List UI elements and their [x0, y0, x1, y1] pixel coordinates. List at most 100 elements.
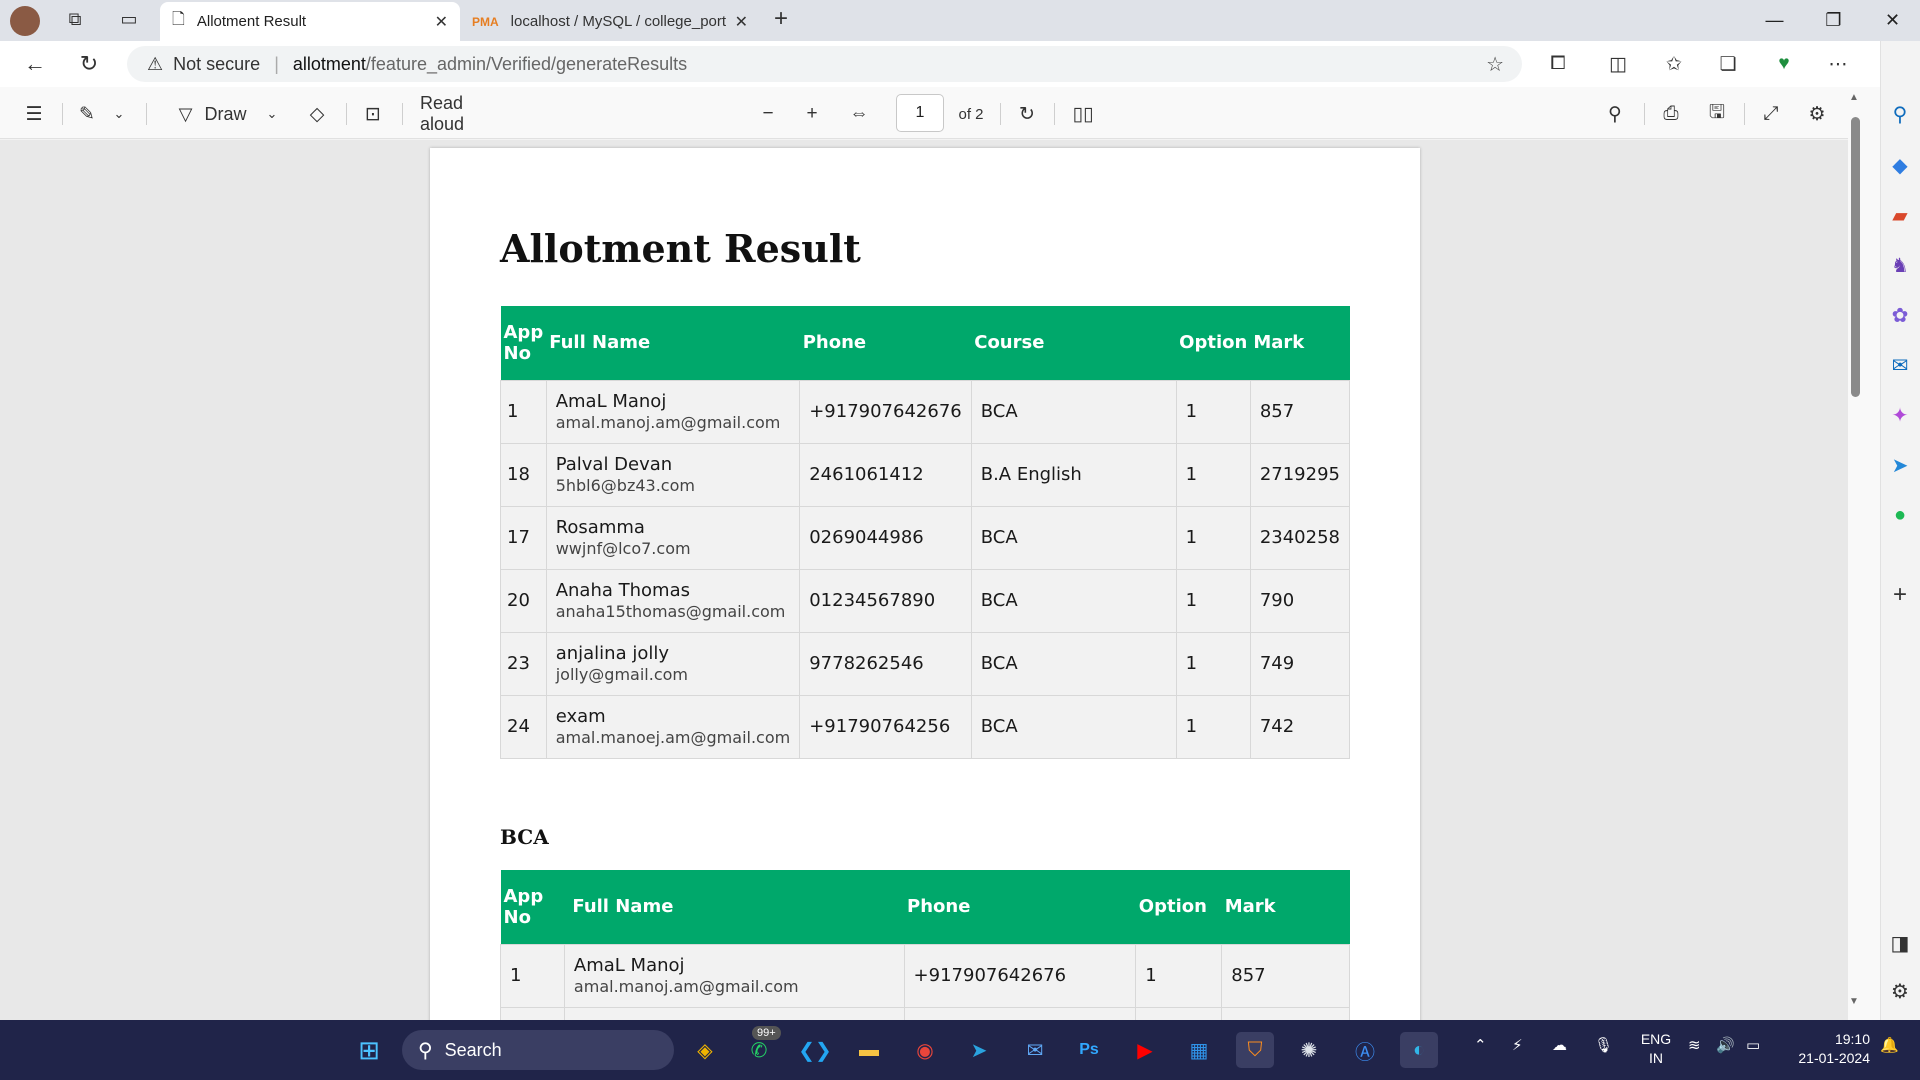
language-indicator[interactable]: ENG IN — [1636, 1030, 1676, 1068]
app-icon[interactable]: Ⓐ — [1346, 1032, 1384, 1068]
photoshop-icon[interactable]: Ps — [1070, 1032, 1108, 1068]
scroll-up-arrow[interactable]: ▲ — [1849, 92, 1861, 103]
extensions-icon[interactable]: ⧠ — [1544, 51, 1572, 77]
tools-icon[interactable]: ▰ — [1880, 198, 1920, 232]
send-icon[interactable]: ➤ — [1880, 448, 1920, 482]
cell-course: BCA — [970, 694, 1177, 759]
vscode-icon[interactable]: ❮❯ — [796, 1032, 834, 1068]
email-text: jolly@gmail.com — [555, 664, 688, 684]
designer-icon[interactable]: ✦ — [1880, 398, 1920, 432]
games-icon[interactable]: ♞ — [1880, 248, 1920, 282]
name-text: anjalina jolly — [555, 642, 670, 664]
notifications-icon[interactable]: 🔔 — [1880, 1036, 1899, 1054]
security-label[interactable]: Not secure — [173, 54, 260, 75]
chatgpt-icon[interactable]: ✺ — [1290, 1032, 1328, 1068]
scroll-down-arrow[interactable]: ▼ — [1849, 996, 1861, 1007]
split-screen-icon[interactable]: ◫ — [1604, 51, 1632, 77]
telegram-icon[interactable]: ➤ — [960, 1032, 998, 1068]
microsoft-365-icon[interactable]: ✿ — [1880, 298, 1920, 332]
chrome-icon[interactable]: ◉ — [906, 1032, 944, 1068]
minimize-button[interactable]: — — [1747, 0, 1802, 40]
brave-icon[interactable]: ⛉ — [1236, 1032, 1274, 1068]
close-tab-icon[interactable]: ✕ — [735, 12, 748, 32]
spotify-icon[interactable]: ● — [1880, 498, 1920, 532]
scrollbar-thumb[interactable] — [1851, 117, 1860, 397]
settings-icon[interactable]: ⚙ — [1804, 100, 1830, 128]
header-course: Course — [971, 306, 1177, 380]
cell-mark: 2340258 — [1249, 505, 1351, 570]
page-total: of 2 — [958, 105, 984, 123]
table-row: 17 Rosamma wwjnf@lco7.com 0269044986 BCA 1 234… — [500, 505, 1351, 570]
volume-icon[interactable]: 🔊 — [1716, 1036, 1735, 1054]
fit-page-icon[interactable]: ⇔ — [846, 100, 872, 128]
copilot-app-icon[interactable]: ◈ — [686, 1032, 724, 1068]
close-tab-icon[interactable]: ✕ — [435, 12, 448, 32]
zoom-in-icon[interactable]: + — [800, 100, 824, 128]
wifi-icon[interactable]: ≋ — [1688, 1036, 1701, 1054]
battery-icon[interactable]: ▭ — [1746, 1036, 1760, 1054]
onedrive-icon[interactable]: ☁ — [1552, 1036, 1567, 1054]
email-text: amal.manoej.am@gmail.com — [555, 727, 791, 747]
more-menu-icon[interactable]: ⋯ — [1824, 51, 1852, 77]
rotate-icon[interactable]: ↻ — [1014, 100, 1040, 128]
save-icon[interactable]: 🖫 — [1704, 100, 1730, 128]
draw-button[interactable]: ▽ Draw ⌄ — [168, 100, 288, 128]
chevron-down-icon[interactable]: ⌄ — [110, 100, 128, 128]
fullscreen-icon[interactable]: ⤢ — [1758, 100, 1784, 128]
header-phone: Phone — [799, 306, 972, 380]
sidebar-settings-icon[interactable]: ⚙ — [1880, 974, 1920, 1008]
shopping-icon[interactable]: ◆ — [1880, 148, 1920, 182]
search-icon[interactable]: ⚲ — [1602, 100, 1628, 128]
email-text: amal.manoj.am@gmail.com — [573, 976, 799, 996]
email-text: anaha15thomas@gmail.com — [555, 601, 786, 621]
print-icon[interactable]: ⎙ — [1658, 100, 1684, 128]
table-row: 24 exam amal.manoej.am@gmail.com +917907642… — [500, 694, 1351, 759]
hide-sidebar-icon[interactable]: ◨ — [1880, 926, 1920, 960]
page-number-input[interactable]: 1 — [896, 94, 944, 132]
eraser-icon[interactable]: ◇ — [304, 100, 330, 128]
profile-avatar[interactable] — [10, 6, 40, 36]
contents-icon[interactable]: ☰ — [20, 100, 48, 128]
microphone-icon[interactable]: 🎙 — [1594, 1036, 1613, 1054]
tab-actions-icon[interactable]: ▭ — [118, 9, 140, 31]
email-text: amal.manoj.am@gmail.com — [555, 412, 781, 432]
cell-empty — [903, 1006, 1137, 1020]
back-button[interactable]: ← — [18, 49, 52, 79]
tab-phpmyadmin[interactable]: PMA localhost / MySQL / college_port ✕ — [460, 2, 760, 41]
restore-button[interactable]: ❐ — [1806, 0, 1861, 40]
favorite-star-icon[interactable]: ☆ — [1486, 52, 1504, 77]
tab-allotment-result[interactable]: 🗋 Allotment Result ✕ — [160, 2, 460, 41]
performance-icon[interactable]: ♥ — [1770, 51, 1798, 77]
network-alert-icon[interactable]: ⚡ — [1512, 1036, 1523, 1054]
table-row: 20 Anaha Thomas anaha15thomas@gmail.com 012… — [500, 568, 1351, 633]
mail-icon[interactable]: ✉ — [1016, 1032, 1054, 1068]
text-box-icon[interactable]: ⊡ — [360, 100, 386, 128]
highlight-icon[interactable]: ✎ — [74, 100, 100, 128]
address-bar[interactable]: ⚠ Not secure | allotment /feature_admin/… — [127, 46, 1522, 82]
collections-icon[interactable]: ❏ — [1714, 51, 1742, 77]
taskbar-search[interactable]: ⚲ Search — [402, 1030, 674, 1070]
start-button[interactable]: ⊞ — [350, 1032, 388, 1068]
page-icon: 🗋 — [172, 11, 185, 28]
new-tab-button[interactable]: + — [766, 5, 796, 35]
workspaces-icon[interactable]: ⧉ — [64, 9, 86, 31]
add-sidebar-app-icon[interactable]: + — [1880, 578, 1920, 612]
bca-table: App No Full Name Phone Option Mark 1 AmaL… — [500, 870, 1350, 1020]
refresh-button[interactable]: ↻ — [72, 49, 106, 79]
header-option: Option — [1176, 306, 1251, 380]
file-explorer-icon[interactable]: ▬ — [850, 1032, 888, 1068]
clock[interactable]: 19:10 21-01-2024 — [1780, 1030, 1870, 1068]
youtube-icon[interactable]: ▶ — [1126, 1032, 1164, 1068]
show-hidden-icons[interactable]: ⌃ — [1474, 1036, 1487, 1054]
search-icon[interactable]: ⚲ — [1880, 97, 1920, 131]
table-row: 23 anjalina jolly jolly@gmail.com 977826254… — [500, 631, 1351, 696]
read-aloud-button[interactable]: Read aloud — [420, 93, 510, 134]
close-window-button[interactable]: ✕ — [1865, 0, 1920, 40]
pdf-viewer[interactable]: Allotment Result App No Full Name Phone … — [0, 140, 1848, 1020]
favorites-icon[interactable]: ✩ — [1660, 51, 1688, 77]
outlook-icon[interactable]: ✉ — [1880, 348, 1920, 382]
edge-icon[interactable]: ◐ — [1400, 1032, 1438, 1068]
page-view-icon[interactable]: ▯▯ — [1070, 100, 1096, 128]
store-icon[interactable]: ▦ — [1180, 1032, 1218, 1068]
zoom-out-icon[interactable]: − — [756, 100, 780, 128]
